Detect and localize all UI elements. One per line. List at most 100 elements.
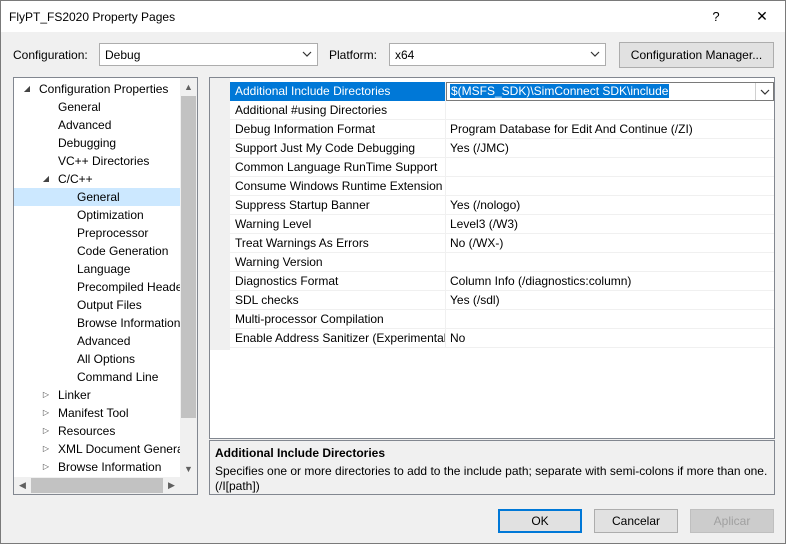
tree-horizontal-scrollbar[interactable]: ◀ ▶ xyxy=(14,477,180,494)
tree-item[interactable]: Optimization xyxy=(14,206,180,224)
property-value[interactable]: Level3 (/W3) xyxy=(446,215,774,234)
property-value[interactable]: Program Database for Edit And Continue (… xyxy=(446,120,774,139)
property-name[interactable]: Support Just My Code Debugging xyxy=(230,139,446,158)
property-row[interactable]: Support Just My Code Debugging Yes (/JMC) xyxy=(230,139,774,158)
platform-dropdown[interactable]: x64 xyxy=(389,43,606,66)
tree-item[interactable]: Precompiled Headers xyxy=(14,278,192,296)
scroll-left-icon[interactable]: ◀ xyxy=(14,477,31,494)
expand-arrow-icon[interactable]: ▷ xyxy=(41,422,51,440)
tree-item-label: Linker xyxy=(58,388,91,402)
property-row[interactable]: Additional Include Directories $(MSFS_SDK… xyxy=(230,82,774,101)
tree-item-label: Advanced xyxy=(58,118,112,132)
property-name[interactable]: Additional Include Directories xyxy=(230,82,446,101)
property-row[interactable]: Common Language RunTime Support xyxy=(230,158,774,177)
property-name[interactable]: Suppress Startup Banner xyxy=(230,196,446,215)
property-value[interactable]: No xyxy=(446,329,774,348)
property-name[interactable]: Warning Level xyxy=(230,215,446,234)
value-dropdown-button[interactable] xyxy=(755,83,773,100)
close-button[interactable]: ✕ xyxy=(739,1,785,32)
tree-item[interactable]: Code Generation xyxy=(14,242,180,260)
property-value[interactable]: Column Info (/diagnostics:column) xyxy=(446,272,774,291)
expand-arrow-icon[interactable]: ▷ xyxy=(41,404,51,422)
property-value[interactable]: No (/WX-) xyxy=(446,234,774,253)
collapse-arrow-icon[interactable]: ◢ xyxy=(22,80,32,98)
property-grid: Additional Include Directories $(MSFS_SDK… xyxy=(209,77,775,439)
tree-vertical-scrollbar[interactable]: ▲ ▼ xyxy=(180,78,197,477)
property-value-text[interactable]: $(MSFS_SDK)\SimConnect SDK\include xyxy=(450,84,670,98)
configuration-value: Debug xyxy=(105,48,141,62)
property-value[interactable] xyxy=(446,158,774,177)
scroll-thumb[interactable] xyxy=(31,478,163,493)
property-value[interactable] xyxy=(446,253,774,272)
tree-item[interactable]: ▷ XML Document Generator xyxy=(14,440,197,458)
tree-item[interactable]: All Options xyxy=(14,350,180,368)
property-value[interactable]: Yes (/sdl) xyxy=(446,291,774,310)
tree-item[interactable]: ◢ C/C++ xyxy=(14,170,180,188)
tree-item[interactable]: Advanced xyxy=(14,332,180,350)
property-name[interactable]: Warning Version xyxy=(230,253,446,272)
property-name[interactable]: Consume Windows Runtime Extension xyxy=(230,177,446,196)
tree-item[interactable]: Command Line xyxy=(14,368,180,386)
property-name[interactable]: Multi-processor Compilation xyxy=(230,310,446,329)
configuration-dropdown[interactable]: Debug xyxy=(99,43,318,66)
scroll-thumb[interactable] xyxy=(181,96,196,418)
tree-item[interactable]: ◢ Configuration Properties xyxy=(14,80,180,98)
help-button[interactable]: ? xyxy=(693,1,739,32)
tree-item-label: Preprocessor xyxy=(77,226,149,240)
tree-item[interactable]: ▷ Browse Information xyxy=(14,458,180,476)
tree-item[interactable]: Advanced xyxy=(14,116,180,134)
scroll-right-icon[interactable]: ▶ xyxy=(163,477,180,494)
tree-item[interactable]: ▷ Resources xyxy=(14,422,180,440)
description-title: Additional Include Directories xyxy=(215,446,386,460)
configuration-label: Configuration: xyxy=(13,48,88,62)
property-name[interactable]: Treat Warnings As Errors xyxy=(230,234,446,253)
cancel-button[interactable]: Cancelar xyxy=(594,509,678,533)
tree-item-label: VC++ Directories xyxy=(58,154,150,168)
tree-item[interactable]: Language xyxy=(14,260,180,278)
property-row[interactable]: Multi-processor Compilation xyxy=(230,310,774,329)
collapse-arrow-icon[interactable]: ◢ xyxy=(41,170,51,188)
configuration-manager-button[interactable]: Configuration Manager... xyxy=(619,42,774,68)
tree-item[interactable]: Preprocessor xyxy=(14,224,180,242)
tree-item[interactable]: Output Files xyxy=(14,296,180,314)
scroll-up-icon[interactable]: ▲ xyxy=(180,78,197,95)
property-name[interactable]: Enable Address Sanitizer (Experimental) xyxy=(230,329,446,348)
tree-item[interactable]: VC++ Directories xyxy=(14,152,180,170)
property-name[interactable]: Additional #using Directories xyxy=(230,101,446,120)
property-row[interactable]: Warning Level Level3 (/W3) xyxy=(230,215,774,234)
property-row[interactable]: Diagnostics Format Column Info (/diagnost… xyxy=(230,272,774,291)
property-row[interactable]: Warning Version xyxy=(230,253,774,272)
property-row[interactable]: Enable Address Sanitizer (Experimental) N… xyxy=(230,329,774,348)
property-value[interactable] xyxy=(446,310,774,329)
tree-item[interactable]: Browse Information xyxy=(14,314,180,332)
expand-arrow-icon[interactable]: ▷ xyxy=(41,440,51,458)
property-tree: ◢ Configuration Properties General Advanced… xyxy=(13,77,198,495)
expand-arrow-icon[interactable]: ▷ xyxy=(41,386,51,404)
chevron-down-icon xyxy=(590,51,600,57)
property-value[interactable]: Yes (/nologo) xyxy=(446,196,774,215)
chevron-down-icon xyxy=(760,89,769,95)
property-row[interactable]: Consume Windows Runtime Extension xyxy=(230,177,774,196)
property-row[interactable]: Debug Information Format Program Database… xyxy=(230,120,774,139)
tree-item[interactable]: ▷ Manifest Tool xyxy=(14,404,180,422)
property-row[interactable]: Treat Warnings As Errors No (/WX-) xyxy=(230,234,774,253)
tree-item[interactable]: General xyxy=(14,188,180,206)
property-row[interactable]: SDL checks Yes (/sdl) xyxy=(230,291,774,310)
property-value[interactable]: $(MSFS_SDK)\SimConnect SDK\include xyxy=(446,82,774,101)
property-value[interactable] xyxy=(446,101,774,120)
property-row[interactable]: Suppress Startup Banner Yes (/nologo) xyxy=(230,196,774,215)
property-value[interactable]: Yes (/JMC) xyxy=(446,139,774,158)
tree-item[interactable]: General xyxy=(14,98,180,116)
tree-item[interactable]: ▷ Linker xyxy=(14,386,180,404)
tree-item[interactable]: Debugging xyxy=(14,134,180,152)
property-name[interactable]: SDL checks xyxy=(230,291,446,310)
expand-arrow-icon[interactable]: ▷ xyxy=(41,458,51,476)
property-value[interactable] xyxy=(446,177,774,196)
property-name[interactable]: Diagnostics Format xyxy=(230,272,446,291)
property-name[interactable]: Common Language RunTime Support xyxy=(230,158,446,177)
apply-button[interactable]: Aplicar xyxy=(690,509,774,533)
property-name[interactable]: Debug Information Format xyxy=(230,120,446,139)
ok-button[interactable]: OK xyxy=(498,509,582,533)
scroll-down-icon[interactable]: ▼ xyxy=(180,460,197,477)
property-row[interactable]: Additional #using Directories xyxy=(230,101,774,120)
